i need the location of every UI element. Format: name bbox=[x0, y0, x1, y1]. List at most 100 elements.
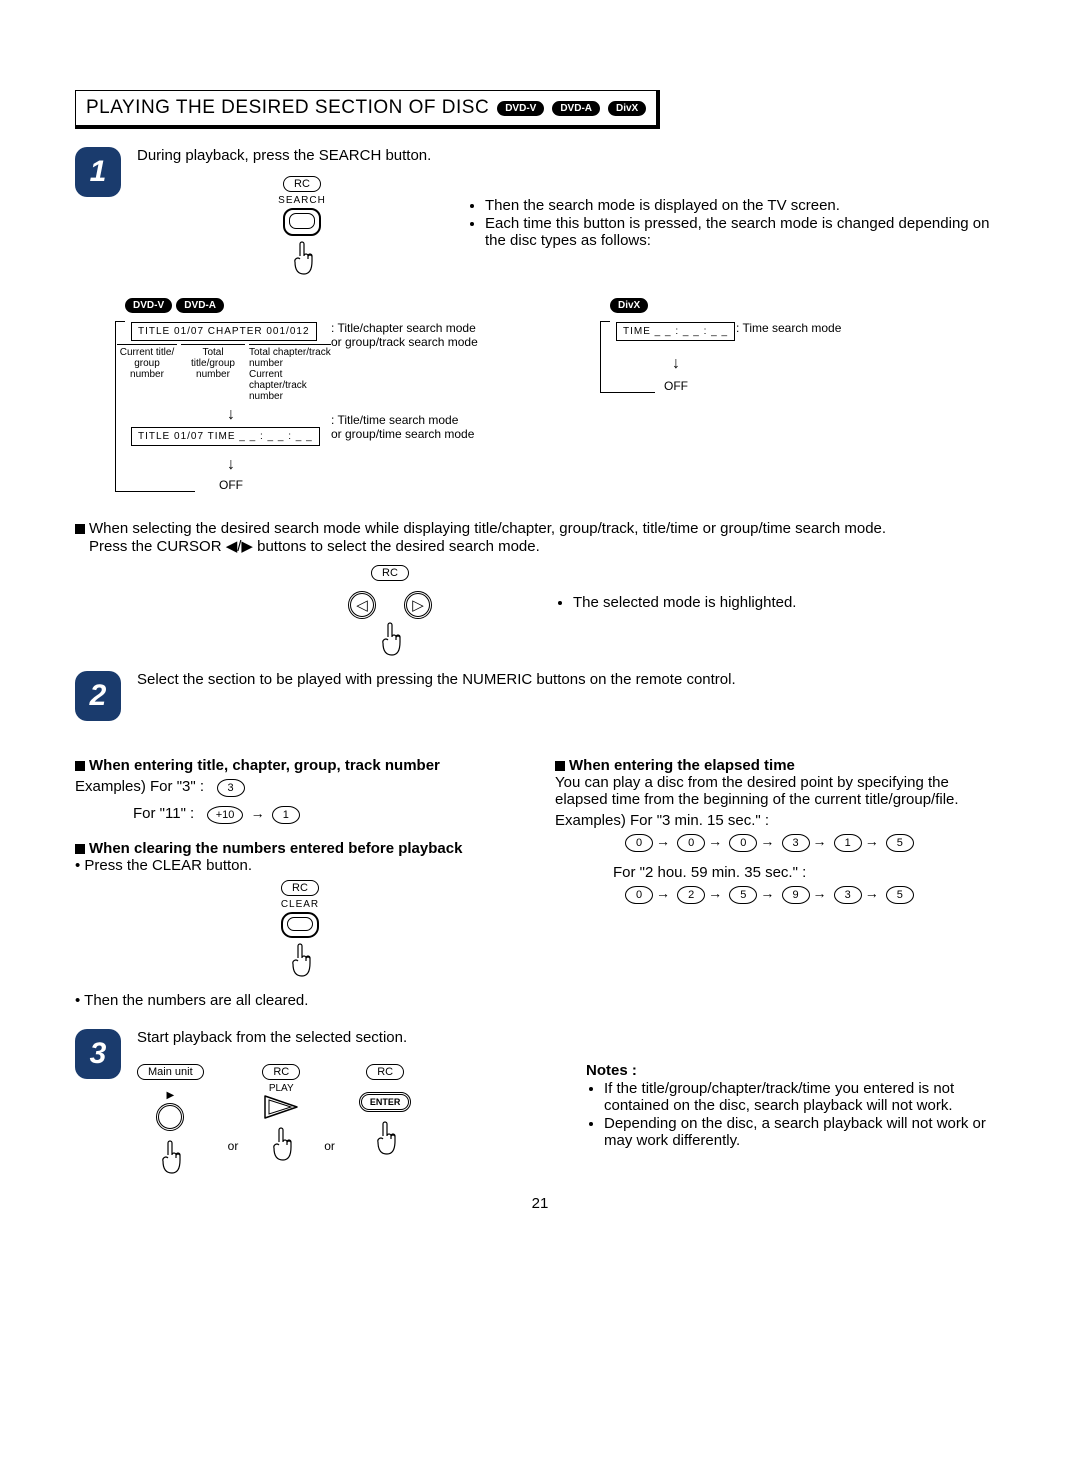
note-line: The selected mode is highlighted. bbox=[573, 594, 1005, 611]
button-sequence: 0 2 5 9 3 5 bbox=[555, 885, 1005, 904]
play-button-graphic bbox=[156, 1103, 184, 1131]
label: Total title/group number bbox=[181, 344, 245, 402]
main-unit-block: Main unit ▶ bbox=[137, 1062, 204, 1175]
line: • Then the numbers are all cleared. bbox=[75, 992, 525, 1009]
arrow-right-icon bbox=[757, 885, 777, 902]
arrow-down-icon: ↓ bbox=[616, 355, 736, 373]
note-line: Each time this button is pressed, the se… bbox=[485, 215, 1005, 249]
numeric-button: 2 bbox=[677, 886, 705, 904]
or-label: or bbox=[228, 1139, 239, 1175]
step-2-instruction: Select the section to be played with pre… bbox=[137, 671, 1005, 688]
cursor-right-icon: ▷ bbox=[404, 591, 432, 619]
notes-heading: Notes : bbox=[586, 1062, 1005, 1079]
rc-label: RC bbox=[366, 1064, 404, 1080]
desc: or group/time search mode bbox=[331, 427, 478, 441]
numeric-button: 5 bbox=[886, 834, 914, 852]
clear-label: CLEAR bbox=[75, 899, 525, 910]
numeric-button: 9 bbox=[782, 886, 810, 904]
hand-icon bbox=[266, 1128, 296, 1162]
numeric-button: 0 bbox=[625, 834, 653, 852]
osd-title-chapter: TITLE 01/07 CHAPTER 001/012 bbox=[131, 322, 317, 341]
numeric-button: 5 bbox=[886, 886, 914, 904]
hand-icon bbox=[370, 1122, 400, 1156]
numeric-button: 5 bbox=[729, 886, 757, 904]
search-button-graphic bbox=[283, 208, 321, 236]
badge-divx: DivX bbox=[610, 298, 648, 313]
example-row: For "11" : +10 1 bbox=[75, 805, 525, 824]
label: Current title/ group number bbox=[117, 344, 177, 402]
note-line: Depending on the disc, a search playback… bbox=[604, 1115, 1005, 1149]
paragraph: When selecting the desired search mode w… bbox=[75, 520, 1005, 537]
main-unit-label: Main unit bbox=[137, 1064, 204, 1080]
badge-dvda: DVD-A bbox=[176, 298, 224, 313]
arrow-right-icon bbox=[810, 833, 830, 850]
numeric-button-plus10: +10 bbox=[207, 806, 244, 824]
numeric-button: 0 bbox=[729, 834, 757, 852]
step-1-instruction: During playback, press the SEARCH button… bbox=[137, 147, 1005, 164]
osd-title-time: TITLE 01/07 TIME _ _ : _ _ : _ _ bbox=[131, 427, 320, 446]
badge-dvdv: DVD-V bbox=[125, 298, 172, 313]
hand-icon bbox=[155, 1141, 185, 1175]
off-label: OFF bbox=[131, 478, 331, 492]
button-sequence: 0 0 0 3 1 5 bbox=[555, 833, 1005, 852]
subheading: When entering the elapsed time bbox=[555, 757, 1005, 774]
step-1-marker: 1 bbox=[75, 147, 121, 197]
rc-enter-block: RC ENTER bbox=[359, 1062, 412, 1156]
note: The selected mode is highlighted. bbox=[555, 594, 1005, 611]
arrow-right-icon bbox=[705, 833, 725, 850]
arrow-right-icon bbox=[705, 885, 725, 902]
numeric-button: 3 bbox=[782, 834, 810, 852]
or-label: or bbox=[324, 1139, 335, 1175]
arrow-right-icon bbox=[862, 885, 882, 902]
step-1-notes: Then the search mode is displayed on the… bbox=[467, 197, 1005, 249]
example-row: Examples) For "3" : 3 bbox=[75, 778, 525, 797]
numeric-button: 0 bbox=[625, 886, 653, 904]
note-line: Then the search mode is displayed on the… bbox=[485, 197, 1005, 214]
numeric-button-1: 1 bbox=[272, 806, 300, 824]
step-3-instruction: Start playback from the selected section… bbox=[137, 1029, 1005, 1046]
numeric-button: 1 bbox=[834, 834, 862, 852]
arrow-down-icon: ↓ bbox=[131, 456, 331, 474]
label: Total chapter/track number bbox=[249, 344, 331, 369]
badge-dvdv: DVD-V bbox=[497, 101, 544, 116]
example-row: Examples) For "3 min. 15 sec." : bbox=[555, 812, 1005, 829]
section-title: PLAYING THE DESIRED SECTION OF DISC DVD-… bbox=[75, 90, 660, 129]
desc: : Time search mode bbox=[736, 321, 841, 335]
arrow-right-icon bbox=[248, 805, 268, 822]
square-bullet-icon bbox=[75, 844, 85, 854]
numeric-button: 3 bbox=[834, 886, 862, 904]
rc-play-block: RC PLAY bbox=[262, 1062, 300, 1162]
desc: : Title/time search mode bbox=[331, 413, 478, 427]
badge-dvda: DVD-A bbox=[552, 101, 600, 116]
desc: or group/track search mode bbox=[331, 335, 478, 349]
label: Current chapter/track number bbox=[249, 369, 331, 402]
arrow-right-icon bbox=[757, 833, 777, 850]
line: You can play a disc from the desired poi… bbox=[555, 774, 1005, 808]
arrow-right-icon bbox=[810, 885, 830, 902]
page-number: 21 bbox=[75, 1195, 1005, 1212]
rc-label: RC bbox=[262, 1064, 300, 1080]
step-3-marker: 3 bbox=[75, 1029, 121, 1079]
arrow-right-icon bbox=[862, 833, 882, 850]
square-bullet-icon bbox=[555, 761, 565, 771]
enter-button: ENTER bbox=[359, 1092, 412, 1112]
arrow-right-icon bbox=[653, 833, 673, 850]
hand-icon bbox=[287, 242, 317, 276]
rc-label: RC bbox=[281, 880, 319, 896]
numeric-button-3: 3 bbox=[217, 779, 245, 797]
arrow-right-icon bbox=[653, 885, 673, 902]
notes-list: If the title/group/chapter/track/time yo… bbox=[586, 1080, 1005, 1149]
subheading: When entering title, chapter, group, tra… bbox=[75, 757, 525, 774]
square-bullet-icon bbox=[75, 524, 85, 534]
search-label: SEARCH bbox=[137, 195, 467, 206]
line: • Press the CLEAR button. bbox=[75, 857, 525, 874]
hand-icon bbox=[375, 623, 405, 657]
example-row: For "2 hou. 59 min. 35 sec." : bbox=[555, 864, 1005, 881]
numeric-button: 0 bbox=[677, 834, 705, 852]
step-2-marker: 2 bbox=[75, 671, 121, 721]
cursor-left-icon: ◁ bbox=[348, 591, 376, 619]
clear-button-graphic bbox=[281, 912, 319, 938]
osd-time: TIME _ _ : _ _ : _ _ bbox=[616, 322, 735, 341]
off-label: OFF bbox=[616, 379, 736, 393]
desc: : Title/chapter search mode bbox=[331, 321, 478, 335]
